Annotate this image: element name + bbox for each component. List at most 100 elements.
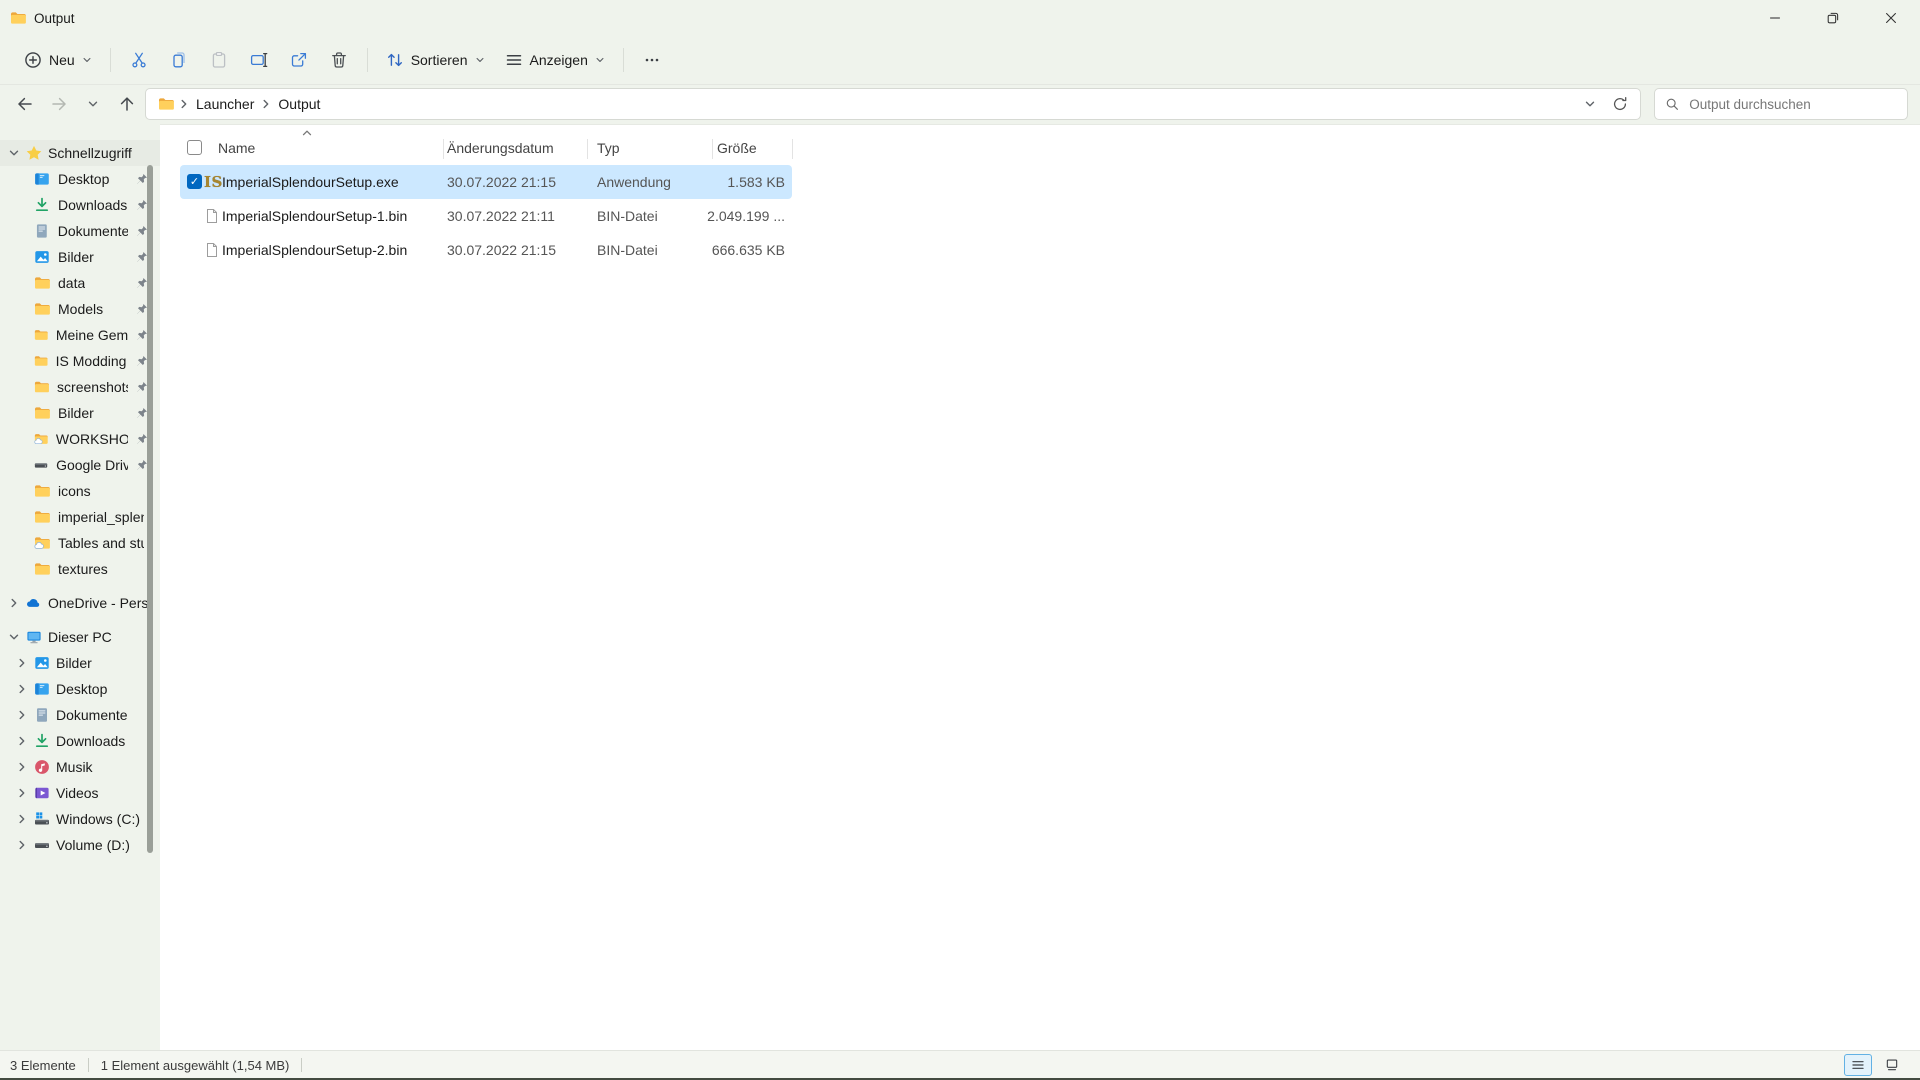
share-button[interactable] bbox=[279, 42, 319, 78]
forward-button bbox=[42, 88, 76, 120]
column-separator bbox=[792, 139, 793, 159]
star-icon bbox=[26, 145, 42, 161]
search-box[interactable] bbox=[1654, 88, 1908, 120]
sidebar-item-tables-and-stuff[interactable]: Tables and stuff bbox=[0, 530, 160, 556]
view-toggles bbox=[1844, 1054, 1906, 1076]
sidebar-item-label: Volume (D:) bbox=[56, 837, 130, 853]
sidebar-item-icons[interactable]: icons bbox=[0, 478, 160, 504]
share-icon bbox=[290, 51, 308, 69]
sidebar-item-bilder[interactable]: Bilder bbox=[0, 244, 160, 270]
sidebar-scrollbar[interactable] bbox=[147, 165, 153, 853]
chevron-down-icon[interactable] bbox=[8, 147, 20, 159]
close-icon bbox=[1883, 10, 1899, 26]
chevron-right-icon[interactable] bbox=[16, 735, 28, 747]
sidebar-item-workshop[interactable]: WORKSHOP bbox=[0, 426, 160, 452]
delete-button[interactable] bbox=[319, 42, 359, 78]
close-button[interactable] bbox=[1862, 0, 1920, 36]
file-row[interactable]: ImperialSplendourSetup-2.bin 30.07.2022 … bbox=[180, 233, 792, 267]
windows-drive-icon bbox=[34, 811, 50, 827]
sidebar-item-is-modding[interactable]: IS Modding R bbox=[0, 348, 160, 374]
file-explorer-window: Output Neu Sortieren Anzeigen bbox=[0, 0, 1920, 1080]
folder-icon bbox=[34, 301, 50, 317]
title-group: Output bbox=[0, 10, 75, 26]
file-icon bbox=[204, 208, 220, 224]
file-name: ImperialSplendourSetup-1.bin bbox=[222, 199, 407, 233]
chevron-right-icon[interactable] bbox=[16, 709, 28, 721]
back-button[interactable] bbox=[8, 88, 42, 120]
folder-icon bbox=[34, 561, 50, 577]
sidebar-item-data[interactable]: data bbox=[0, 270, 160, 296]
videos-icon bbox=[34, 785, 50, 801]
chevron-right-icon[interactable] bbox=[16, 787, 28, 799]
column-header-date[interactable]: Änderungsdatum bbox=[447, 134, 554, 162]
details-view-button[interactable] bbox=[1844, 1054, 1872, 1076]
copy-button[interactable] bbox=[159, 42, 199, 78]
sidebar-item-quick-access[interactable]: Schnellzugriff bbox=[0, 140, 160, 166]
sidebar-item-label: icons bbox=[58, 483, 91, 499]
rename-button[interactable] bbox=[239, 42, 279, 78]
document-icon bbox=[34, 707, 50, 723]
chevron-right-icon[interactable] bbox=[16, 839, 28, 851]
is-app-icon: IS bbox=[204, 165, 223, 199]
sidebar-item-pc-volume-d[interactable]: Volume (D:) bbox=[0, 832, 160, 858]
large-icons-view-button[interactable] bbox=[1878, 1054, 1906, 1076]
sidebar-item-pc-desktop[interactable]: Desktop bbox=[0, 676, 160, 702]
restore-button[interactable] bbox=[1804, 0, 1862, 36]
document-icon bbox=[34, 223, 50, 239]
column-header-size[interactable]: Größe bbox=[717, 134, 757, 162]
minimize-button[interactable] bbox=[1746, 0, 1804, 36]
column-header-type[interactable]: Typ bbox=[597, 134, 620, 162]
chevron-down-icon[interactable] bbox=[8, 631, 20, 643]
sidebar-item-pc-downloads[interactable]: Downloads bbox=[0, 728, 160, 754]
chevron-right-icon[interactable] bbox=[16, 683, 28, 695]
refresh-icon[interactable] bbox=[1612, 96, 1628, 112]
sidebar-item-bilder-2[interactable]: Bilder bbox=[0, 400, 160, 426]
sidebar-item-models[interactable]: Models bbox=[0, 296, 160, 322]
view-button[interactable]: Anzeigen bbox=[495, 42, 615, 78]
sidebar-item-downloads[interactable]: Downloads bbox=[0, 192, 160, 218]
sidebar-item-label: WORKSHOP bbox=[56, 431, 128, 447]
sidebar-item-label: imperial_splendo bbox=[58, 509, 144, 525]
sidebar-item-meine-gemael[interactable]: Meine Gemäl bbox=[0, 322, 160, 348]
chevron-right-icon[interactable] bbox=[16, 761, 28, 773]
sidebar-item-this-pc[interactable]: Dieser PC bbox=[0, 624, 160, 650]
sidebar-item-google-drive[interactable]: Google Drive bbox=[0, 452, 160, 478]
chevron-right-icon[interactable] bbox=[16, 657, 28, 669]
sidebar-item-label: data bbox=[58, 275, 85, 291]
sidebar-item-pc-windows-c[interactable]: Windows (C:) bbox=[0, 806, 160, 832]
history-dropdown-button[interactable] bbox=[76, 88, 110, 120]
breadcrumb-item-output[interactable]: Output bbox=[272, 94, 326, 114]
sidebar-item-screenshots[interactable]: screenshots bbox=[0, 374, 160, 400]
pictures-icon bbox=[34, 249, 50, 265]
select-all-checkbox[interactable] bbox=[187, 140, 202, 155]
chevron-right-icon[interactable] bbox=[8, 597, 20, 609]
column-header-name[interactable]: Name bbox=[218, 134, 255, 162]
sidebar-item-onedrive[interactable]: OneDrive - Person bbox=[0, 590, 160, 616]
new-button[interactable]: Neu bbox=[14, 42, 102, 78]
desktop-icon bbox=[34, 681, 50, 697]
sidebar-item-textures[interactable]: textures bbox=[0, 556, 160, 582]
sidebar-item-label: textures bbox=[58, 561, 108, 577]
row-checkbox[interactable]: ✓ bbox=[187, 174, 202, 189]
sidebar-item-desktop[interactable]: Desktop bbox=[0, 166, 160, 192]
file-row[interactable]: ImperialSplendourSetup-1.bin 30.07.2022 … bbox=[180, 199, 792, 233]
more-options-button[interactable] bbox=[632, 42, 672, 78]
address-bar[interactable]: Launcher Output bbox=[145, 88, 1641, 120]
paste-icon bbox=[210, 51, 228, 69]
sidebar-item-pc-videos[interactable]: Videos bbox=[0, 780, 160, 806]
sidebar-item-imperial-splendour[interactable]: imperial_splendo bbox=[0, 504, 160, 530]
sidebar-item-pc-musik[interactable]: Musik bbox=[0, 754, 160, 780]
sidebar-item-label: Bilder bbox=[58, 249, 94, 265]
sidebar-item-dokumente[interactable]: Dokumente bbox=[0, 218, 160, 244]
search-input[interactable] bbox=[1687, 96, 1897, 113]
toolbar-divider bbox=[623, 48, 624, 72]
sidebar-item-pc-bilder[interactable]: Bilder bbox=[0, 650, 160, 676]
up-button[interactable] bbox=[110, 88, 144, 120]
cut-button[interactable] bbox=[119, 42, 159, 78]
chevron-right-icon[interactable] bbox=[16, 813, 28, 825]
sort-button[interactable]: Sortieren bbox=[376, 42, 495, 78]
sidebar-item-pc-dokumente[interactable]: Dokumente bbox=[0, 702, 160, 728]
file-row[interactable]: ✓ IS ImperialSplendourSetup.exe 30.07.20… bbox=[180, 165, 792, 199]
breadcrumb-item-launcher[interactable]: Launcher bbox=[190, 94, 260, 114]
address-dropdown-icon[interactable] bbox=[1584, 98, 1596, 110]
